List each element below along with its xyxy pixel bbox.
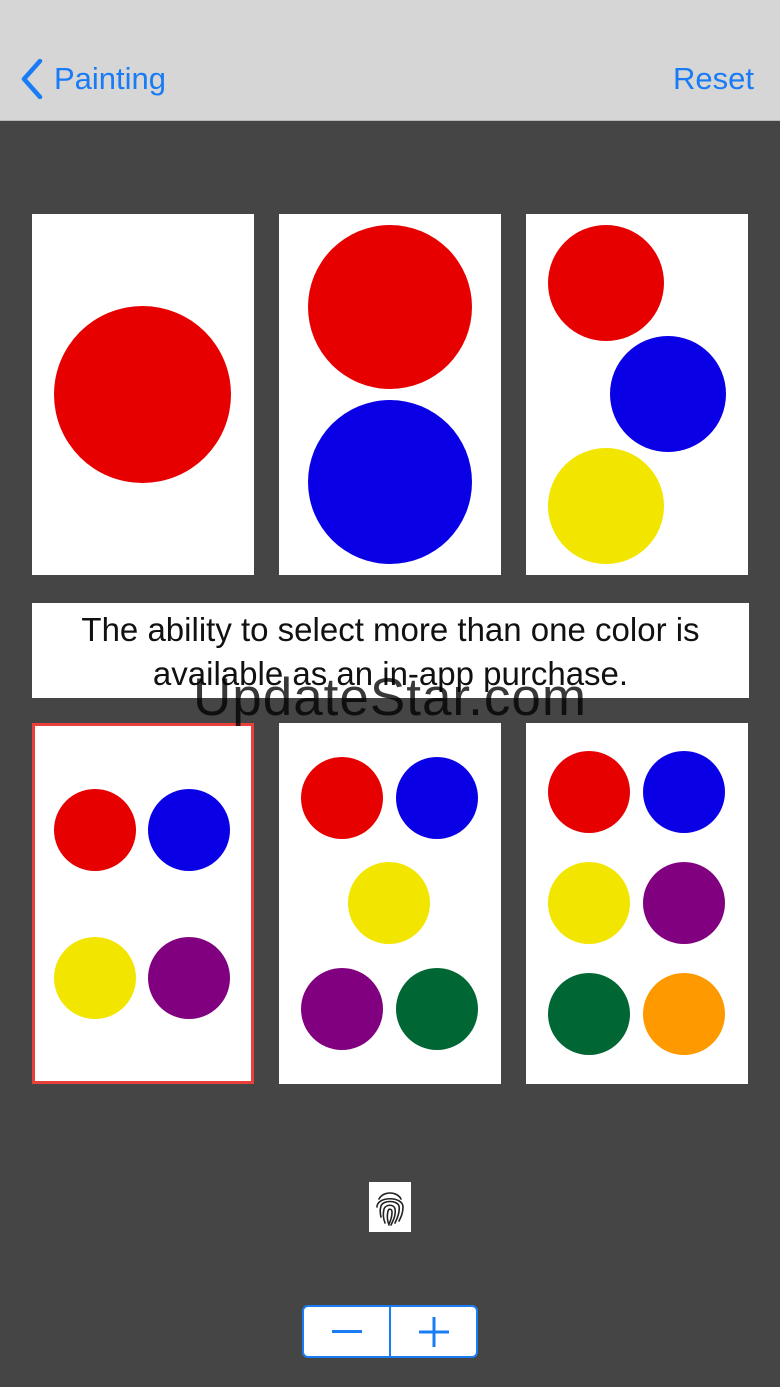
fingerprint-icon [376,1192,404,1226]
dot-yellow [348,862,430,944]
plus-icon [418,1316,449,1347]
dot-green [396,968,478,1050]
dot-red [54,306,231,483]
layout-option-1[interactable] [32,214,254,575]
dot-yellow [54,937,136,1019]
back-button-label: Painting [54,61,167,96]
dot-blue [148,789,230,871]
stepper [302,1305,478,1358]
layout-option-5[interactable] [279,723,501,1084]
back-button[interactable]: Painting [20,56,166,102]
dot-orange [643,973,725,1055]
increment-button[interactable] [391,1307,476,1356]
minus-icon [331,1329,362,1333]
dot-red [54,789,136,871]
layout-option-6[interactable] [526,723,748,1084]
dot-yellow [548,862,630,944]
dot-red [548,751,630,833]
layout-option-2[interactable] [279,214,501,575]
dot-yellow [548,448,664,564]
fingerprint-button[interactable] [369,1182,411,1232]
decrement-button[interactable] [304,1307,389,1356]
dot-blue [643,751,725,833]
layout-option-4[interactable] [32,723,254,1084]
dot-green [548,973,630,1055]
dot-blue [396,757,478,839]
in-app-purchase-notice: The ability to select more than one colo… [32,603,749,698]
dot-purple [301,968,383,1050]
dot-red [548,225,664,341]
dot-blue [308,400,472,564]
chevron-left-icon [21,59,43,99]
dot-blue [610,336,726,452]
layout-option-3[interactable] [526,214,748,575]
reset-button[interactable]: Reset [673,56,754,102]
dot-purple [148,937,230,1019]
navigation-bar: Painting Reset [0,0,780,121]
dot-red [308,225,472,389]
dot-purple [643,862,725,944]
dot-red [301,757,383,839]
